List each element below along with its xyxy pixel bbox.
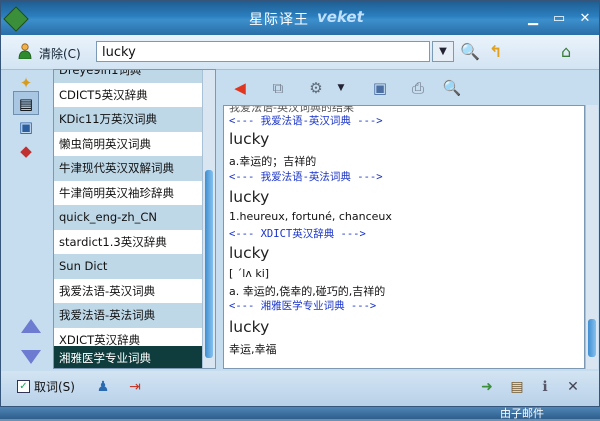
dict-header: <--- 我爱法语-英汉词典 ---> [229, 115, 383, 127]
scan-label[interactable]: 取词(S) [34, 378, 75, 395]
plugin-icon[interactable]: ◆ [13, 139, 39, 163]
clear-icon[interactable] [18, 43, 32, 59]
entry-word: lucky [229, 130, 270, 148]
search-input[interactable]: lucky [96, 41, 430, 62]
search-icon[interactable]: 🔍 [460, 43, 480, 61]
scroll-up-icon[interactable] [21, 319, 41, 333]
gear-icon[interactable]: ⚙ [305, 77, 327, 99]
list-item[interactable]: stardict1.3英汉辞典 [54, 230, 202, 255]
chevron-down-icon[interactable]: ▼ [432, 41, 454, 62]
content-scroll-thumb[interactable] [588, 319, 596, 357]
app-icon [3, 6, 29, 32]
content-scrollbar[interactable] [585, 105, 598, 369]
entry-phonetic: [ ˊlʌ ki] [229, 267, 270, 280]
exit-icon[interactable]: ⇥ [125, 377, 145, 397]
entry-definition: a. 幸运的,侥幸的,碰巧的,吉祥的 [229, 285, 386, 298]
scroll-down-icon[interactable] [21, 350, 41, 364]
title-bar[interactable]: 星际译王 veket ▁ ▭ ✕ [1, 1, 599, 35]
save-icon[interactable]: ▣ [369, 77, 391, 99]
tools-icon[interactable]: ✕ [563, 377, 583, 397]
person-icon[interactable]: ♟ [93, 377, 113, 397]
mode-sidebar: ✦ ▤ ▣ ◆ [7, 69, 49, 369]
entry-definition: a.幸运的；吉祥的 [229, 155, 317, 168]
copy-icon[interactable]: ⧉ [267, 77, 289, 99]
list-scrollbar[interactable] [202, 70, 215, 368]
chevron-down-icon[interactable]: ▼ [335, 77, 347, 99]
definition-panel: 我爱法语-英汉词典的结果 <--- 我爱法语-英汉词典 ---> lucky a… [223, 105, 585, 369]
print-icon[interactable]: ⎙ [407, 77, 429, 99]
back-arrow-icon[interactable]: ↰ [489, 43, 502, 61]
entry-word: lucky [229, 318, 270, 336]
dict-header: <--- 我爱法语-英法词典 ---> [229, 171, 383, 183]
entry-word: lucky [229, 188, 270, 206]
scan-checkbox[interactable]: ✓ [17, 380, 30, 393]
list-item[interactable]: 我爱法语-英汉词典 [54, 279, 202, 304]
entry-definition: 幸运,幸福 [229, 343, 277, 356]
list-item[interactable]: 我爱法语-英法词典 [54, 303, 202, 328]
search-icon[interactable]: 🔍 [441, 77, 463, 99]
entry-definition: 1.heureux, fortuné, chanceux [229, 210, 392, 223]
list-item[interactable]: 懒虫简明英汉词典 [54, 132, 202, 157]
maximize-icon[interactable]: ▭ [549, 10, 569, 27]
list-item-selected[interactable]: 湘雅医学专业词典 [54, 346, 202, 368]
close-icon[interactable]: ✕ [575, 10, 595, 27]
list-item[interactable]: Dreye9in1词典 [54, 70, 202, 83]
main-window: 星际译王 veket ▁ ▭ ✕ 清除(C) lucky ▼ 🔍 ↰ ⌂ ✦ ▤… [0, 0, 600, 407]
info-icon[interactable]: ℹ [535, 377, 555, 397]
dictionary-list: Dreye9in1词典 CDICT5英汉辞典 KDic11万英汉词典 懒虫简明英… [53, 69, 216, 369]
search-row: 清除(C) lucky ▼ 🔍 ↰ ⌂ [1, 35, 599, 70]
list-item[interactable]: CDICT5英汉辞典 [54, 83, 202, 108]
dict-header: <--- 湘雅医学专业词典 ---> [229, 300, 377, 312]
content-toolbar: ◀ ⧉ ⚙ ▼ ▣ ⎙ 🔍 [223, 71, 599, 105]
clear-button[interactable]: 清除(C) [39, 45, 81, 62]
window-title: 星际译王 [249, 12, 309, 28]
dictionary-manage-icon[interactable]: ▤ [507, 377, 527, 397]
entry-word: lucky [229, 244, 270, 262]
list-item[interactable]: 牛津现代英汉双解词典 [54, 156, 202, 181]
pronounce-icon[interactable]: ◀ [229, 77, 251, 99]
list-scroll-thumb[interactable] [205, 170, 213, 358]
window-subtitle: veket [317, 8, 364, 26]
list-item[interactable]: 牛津简明英汉袖珍辞典 [54, 181, 202, 206]
dictionary-list-icon[interactable]: ▤ [13, 91, 39, 115]
notebook-icon[interactable]: ▣ [13, 115, 39, 139]
forward-icon[interactable]: ➜ [477, 377, 497, 397]
list-item[interactable]: KDic11万英汉词典 [54, 107, 202, 132]
list-item[interactable]: quick_eng-zh_CN [54, 205, 202, 230]
dict-header: <--- XDICT英汉辞典 ---> [229, 228, 366, 240]
home-icon[interactable]: ⌂ [561, 43, 571, 61]
minimize-icon[interactable]: ▁ [523, 10, 543, 27]
list-item[interactable]: Sun Dict [54, 254, 202, 279]
